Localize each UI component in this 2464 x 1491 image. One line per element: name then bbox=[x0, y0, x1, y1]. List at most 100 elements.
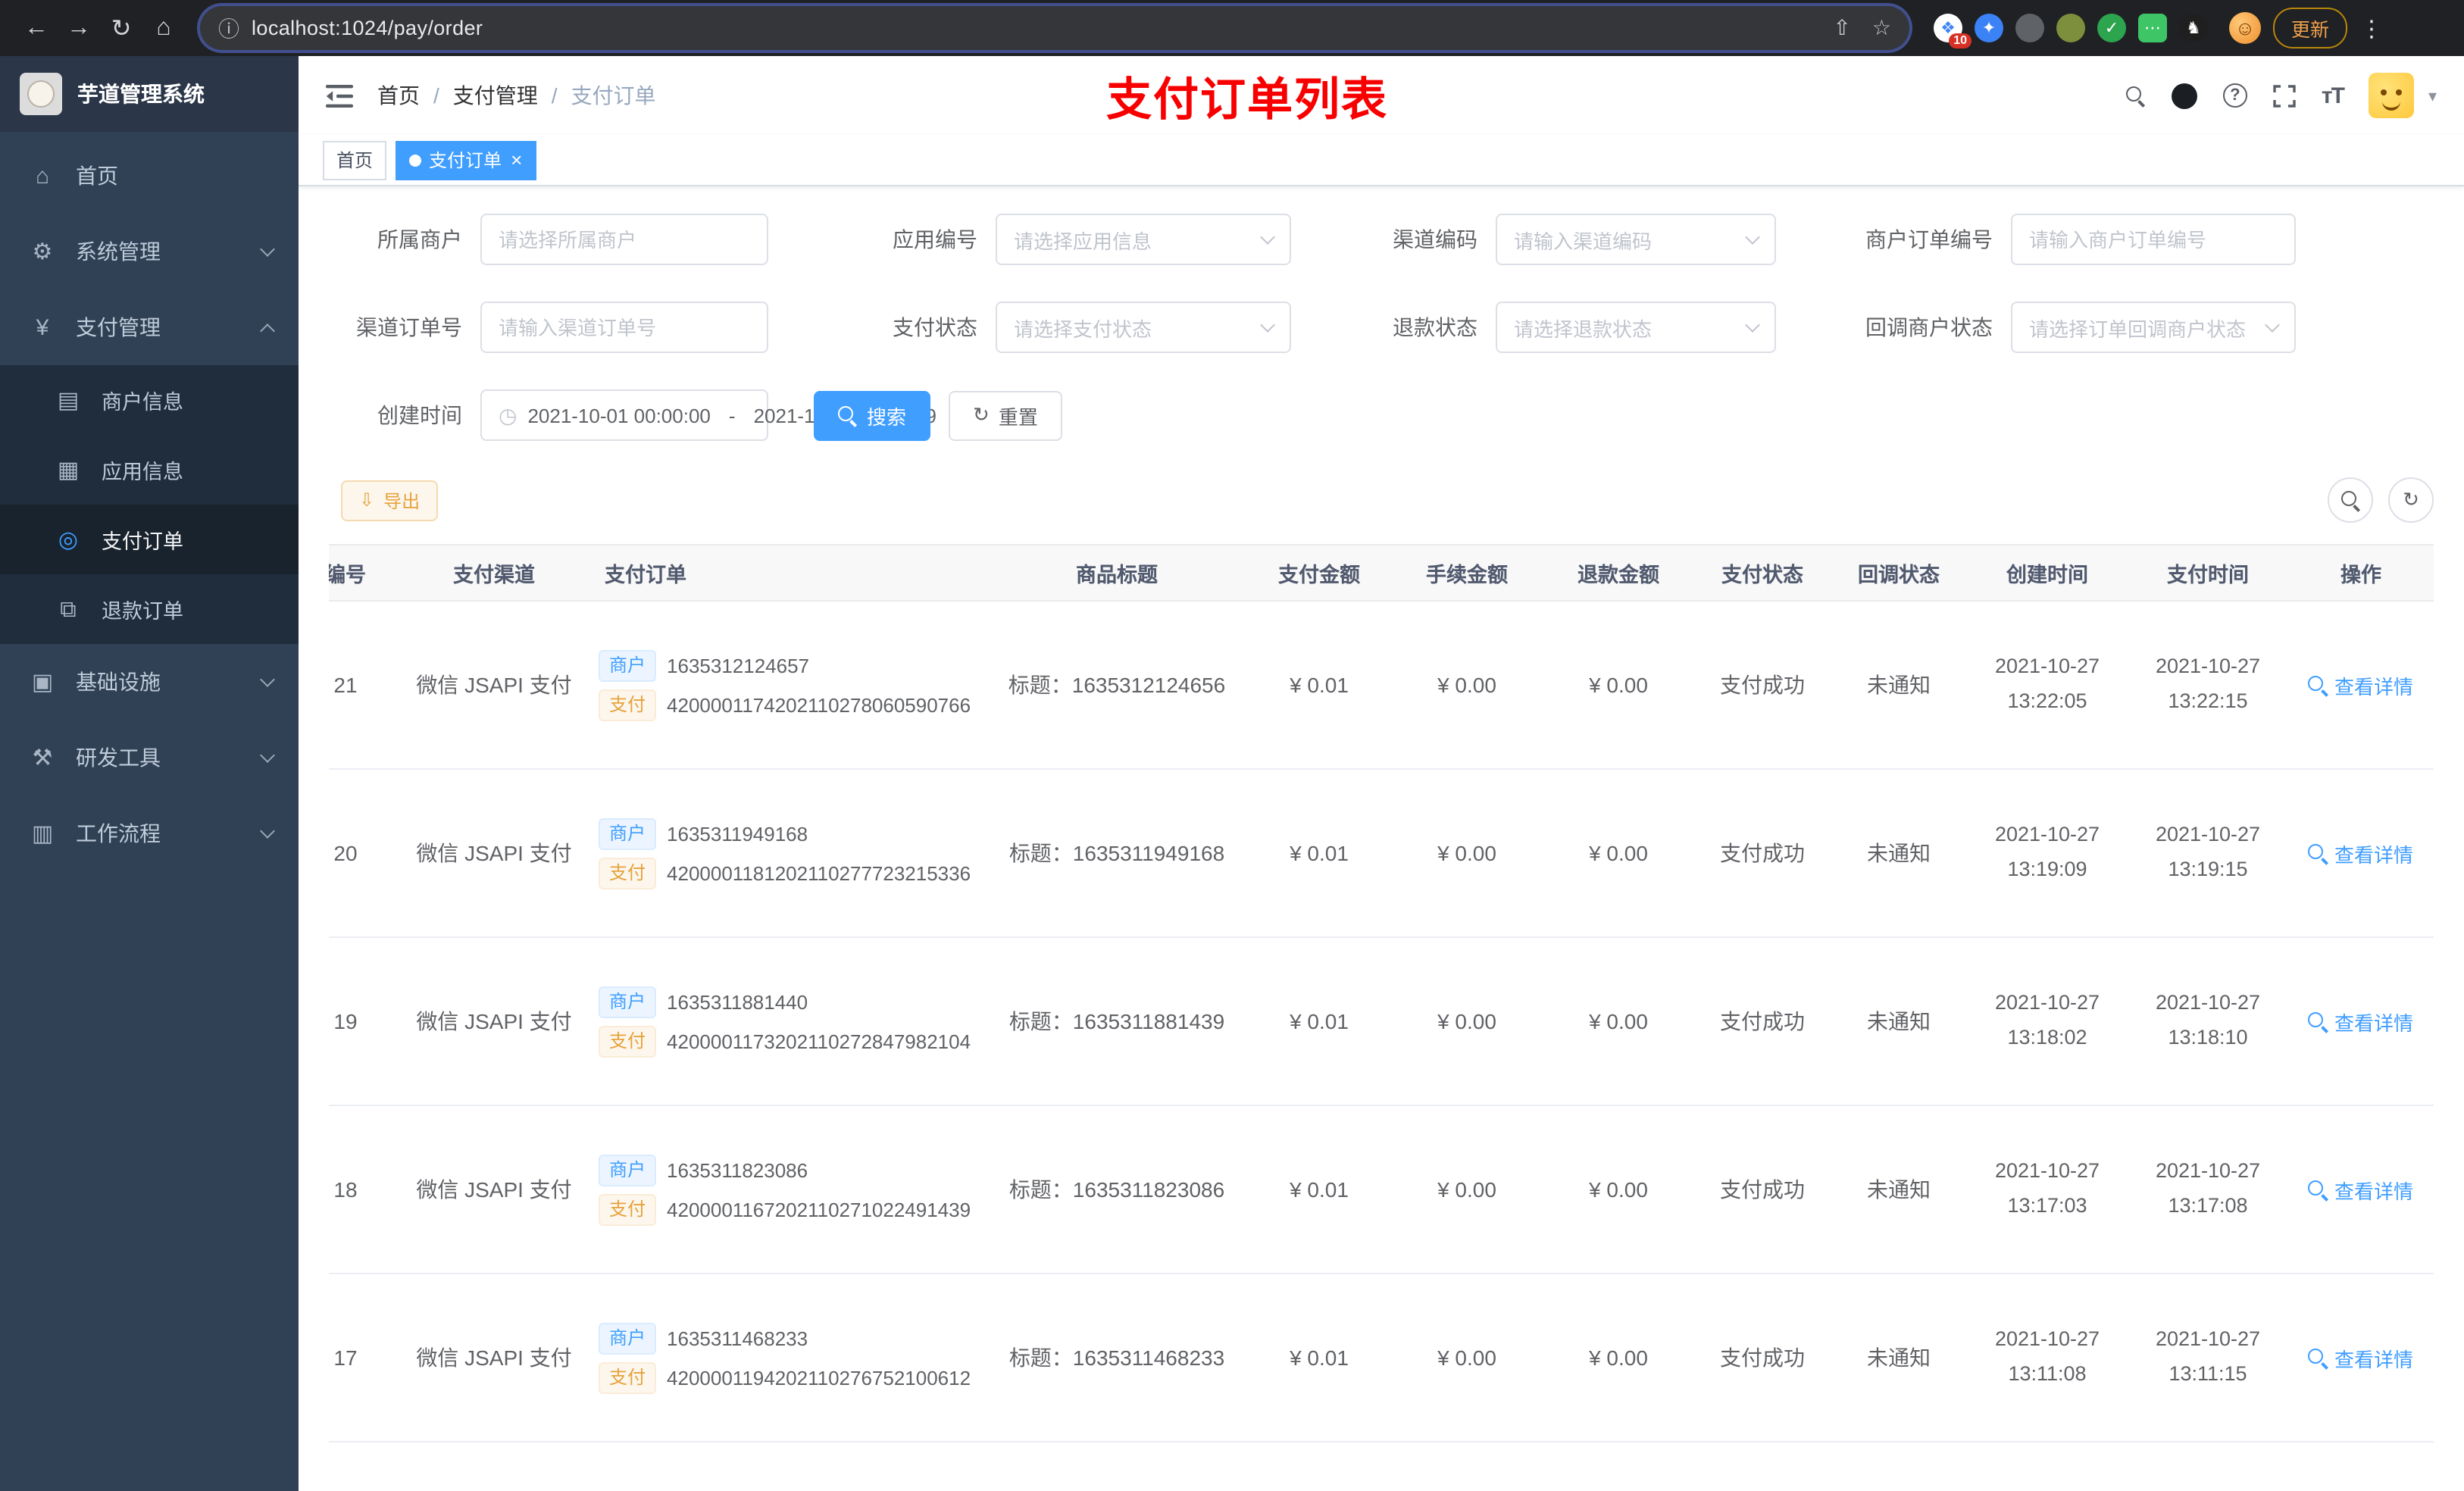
filter-label-3: 商户订单编号 bbox=[1865, 227, 1993, 252]
extension-gray-icon[interactable] bbox=[2015, 14, 2044, 42]
sidebar-item-pay-order[interactable]: ◎ 支付订单 bbox=[0, 505, 299, 574]
filter-select-3[interactable]: 请选择订单回调商户状态 bbox=[2011, 302, 2296, 353]
breadcrumb-item[interactable]: 支付管理 bbox=[453, 80, 538, 111]
chevron-down-icon bbox=[260, 824, 275, 839]
export-button[interactable]: ⇩ 导出 bbox=[341, 480, 439, 520]
breadcrumb-item[interactable]: 首页 bbox=[377, 80, 420, 111]
table-row: 21 微信 JSAPI 支付 商户 1635312124657 支付 4200001174… bbox=[329, 601, 2434, 770]
extension-chess-icon[interactable]: ♞ bbox=[2179, 14, 2208, 42]
reset-button[interactable]: ↻ 重置 bbox=[949, 390, 1062, 440]
create-time-range-input[interactable]: ◷ 2021-10-01 00:00:00 - 2021-10-31 23:59… bbox=[480, 389, 937, 441]
github-icon[interactable] bbox=[2171, 83, 2197, 108]
chevron-down-icon bbox=[260, 672, 275, 687]
sidebar-item-infrastructure[interactable]: ▣ 基础设施 bbox=[0, 644, 299, 720]
sidebar-item-merchant-info[interactable]: ▤ 商户信息 bbox=[0, 365, 299, 435]
browser-back-icon[interactable]: ← bbox=[15, 7, 58, 49]
filter-select-2[interactable]: 请选择退款状态 bbox=[1496, 302, 1776, 353]
sidebar-item-system[interactable]: ⚙ 系统管理 bbox=[0, 214, 299, 289]
search-icon[interactable] bbox=[2125, 86, 2146, 105]
sidebar-item-workflow[interactable]: ▥ 工作流程 bbox=[0, 796, 299, 871]
filter-input-0[interactable] bbox=[480, 214, 768, 265]
column-header-3: 商品标题 bbox=[987, 544, 1247, 602]
bookmark-star-icon[interactable]: ☆ bbox=[1872, 15, 1891, 41]
filter-select-2[interactable]: 请输入渠道编码 bbox=[1496, 214, 1776, 265]
date-start-value[interactable]: 2021-10-01 00:00:00 bbox=[527, 404, 710, 427]
font-size-icon[interactable]: тT bbox=[2322, 83, 2345, 108]
extension-olive-icon[interactable] bbox=[2056, 14, 2085, 42]
site-info-icon[interactable]: ⓘ bbox=[218, 13, 239, 43]
user-avatar[interactable] bbox=[2369, 73, 2415, 118]
tab-close-icon[interactable]: × bbox=[511, 148, 522, 171]
pay-tag: 支付 bbox=[599, 1361, 657, 1393]
chevron-down-icon bbox=[260, 242, 275, 257]
table-body: 21 微信 JSAPI 支付 商户 1635312124657 支付 4200001174… bbox=[329, 601, 2434, 1491]
table-row: 17 微信 JSAPI 支付 商户 1635311468233 支付 4200001194… bbox=[329, 1274, 2434, 1443]
document-icon: ⧉ bbox=[60, 596, 77, 622]
filter-select-1[interactable]: 请选择支付状态 bbox=[996, 302, 1291, 353]
browser-update-button[interactable]: 更新 bbox=[2273, 8, 2348, 48]
magnifier-icon bbox=[2308, 1348, 2328, 1368]
breadcrumb-item: 支付订单 bbox=[571, 83, 656, 108]
table-toolbar: ⇩ 导出 ↻ bbox=[329, 477, 2434, 523]
bank-card-icon: ▤ bbox=[57, 388, 80, 414]
toggle-search-button[interactable] bbox=[2328, 477, 2373, 523]
sidebar-item-app-info[interactable]: ▦ 应用信息 bbox=[0, 435, 299, 505]
view-detail-link[interactable]: 查看详情 bbox=[2308, 1343, 2413, 1372]
sidebar-item-devtools[interactable]: ⚒ 研发工具 bbox=[0, 720, 299, 796]
sidebar-item-refund-order[interactable]: ⧉ 退款订单 bbox=[0, 574, 299, 644]
sidebar: 芋道管理系统 ⌂ 首页 ⚙ 系统管理 ¥ 支付管理 ▤ 商户信息 ▦ 应用信息 ◎ 支付订单 ⧉ 退款订单… bbox=[0, 56, 299, 1491]
magnifier-icon bbox=[2340, 490, 2360, 510]
filter-input-3[interactable] bbox=[2011, 214, 2296, 265]
chevron-down-icon bbox=[1260, 230, 1275, 245]
tab-首页[interactable]: 首页 bbox=[323, 140, 387, 180]
chevron-down-icon bbox=[1260, 317, 1275, 333]
merchant-tag: 商户 bbox=[599, 1322, 657, 1354]
tab-active-dot bbox=[409, 154, 422, 166]
extension-check-icon[interactable]: ✓ bbox=[2097, 14, 2126, 42]
filter-label-3: 回调商户状态 bbox=[1865, 315, 1993, 339]
filter-label-1: 应用编号 bbox=[893, 227, 977, 252]
tags-view: 首页 支付订单 × bbox=[299, 135, 2464, 186]
browser-reload-icon[interactable]: ↻ bbox=[100, 7, 142, 49]
tab-支付订单[interactable]: 支付订单 × bbox=[396, 140, 536, 180]
breadcrumb-separator: / bbox=[551, 83, 558, 108]
chevron-down-icon bbox=[1745, 317, 1760, 333]
sidebar-item-payment[interactable]: ¥ 支付管理 bbox=[0, 289, 299, 365]
extension-badge: 10 bbox=[1949, 33, 1972, 48]
column-header-7: 支付状态 bbox=[1694, 544, 1831, 602]
table-row: 20 微信 JSAPI 支付 商户 1635311949168 支付 4200001181… bbox=[329, 769, 2434, 938]
merchant-tag: 商户 bbox=[599, 817, 657, 849]
app-logo[interactable]: 芋道管理系统 bbox=[0, 56, 299, 132]
fullscreen-icon[interactable] bbox=[2273, 84, 2296, 107]
browser-forward-icon[interactable]: → bbox=[58, 7, 100, 49]
filter-select-1[interactable]: 请选择应用信息 bbox=[996, 214, 1291, 265]
refresh-list-button[interactable]: ↻ bbox=[2388, 477, 2434, 523]
export-button-label: 导出 bbox=[383, 490, 421, 511]
search-button[interactable]: 搜索 bbox=[814, 390, 931, 440]
address-bar[interactable]: ⓘ localhost:1024/pay/order ⇧ ☆ bbox=[200, 6, 1909, 50]
sidebar-collapse-icon[interactable] bbox=[326, 84, 353, 107]
filter-input-0[interactable] bbox=[480, 302, 768, 353]
extensions-area: ❖ 10 ✦ ✓ ⋯ ♞ bbox=[1934, 14, 2208, 48]
help-icon[interactable]: ? bbox=[2222, 83, 2247, 108]
avatar-dropdown-icon[interactable]: ▾ bbox=[2428, 86, 2437, 105]
share-icon[interactable]: ⇧ bbox=[1833, 15, 1850, 41]
record-icon: ◎ bbox=[58, 527, 79, 553]
refresh-icon: ↻ bbox=[973, 403, 990, 426]
view-detail-link[interactable]: 查看详情 bbox=[2308, 670, 2413, 699]
gear-icon: ⚙ bbox=[32, 239, 53, 265]
view-detail-link[interactable]: 查看详情 bbox=[2308, 839, 2413, 867]
browser-menu-icon[interactable]: ⋮ bbox=[2359, 14, 2384, 42]
extension-drop-icon[interactable]: ✦ bbox=[1975, 14, 2003, 42]
view-detail-link[interactable]: 查看详情 bbox=[2308, 1007, 2413, 1036]
magnifier-icon bbox=[2308, 1180, 2328, 1199]
sidebar-item-home[interactable]: ⌂ 首页 bbox=[0, 138, 299, 214]
extension-chat-icon[interactable]: ⋯ bbox=[2138, 14, 2167, 42]
view-detail-link[interactable]: 查看详情 bbox=[2308, 1175, 2413, 1204]
magnifier-icon bbox=[838, 405, 858, 425]
workflow-icon: ▥ bbox=[31, 821, 54, 847]
browser-profile-avatar[interactable]: ☺ bbox=[2229, 12, 2261, 44]
tools-icon: ⚒ bbox=[32, 746, 53, 771]
browser-home-icon[interactable]: ⌂ bbox=[142, 7, 185, 49]
extension-colorful-icon[interactable]: ❖ 10 bbox=[1934, 14, 1972, 48]
